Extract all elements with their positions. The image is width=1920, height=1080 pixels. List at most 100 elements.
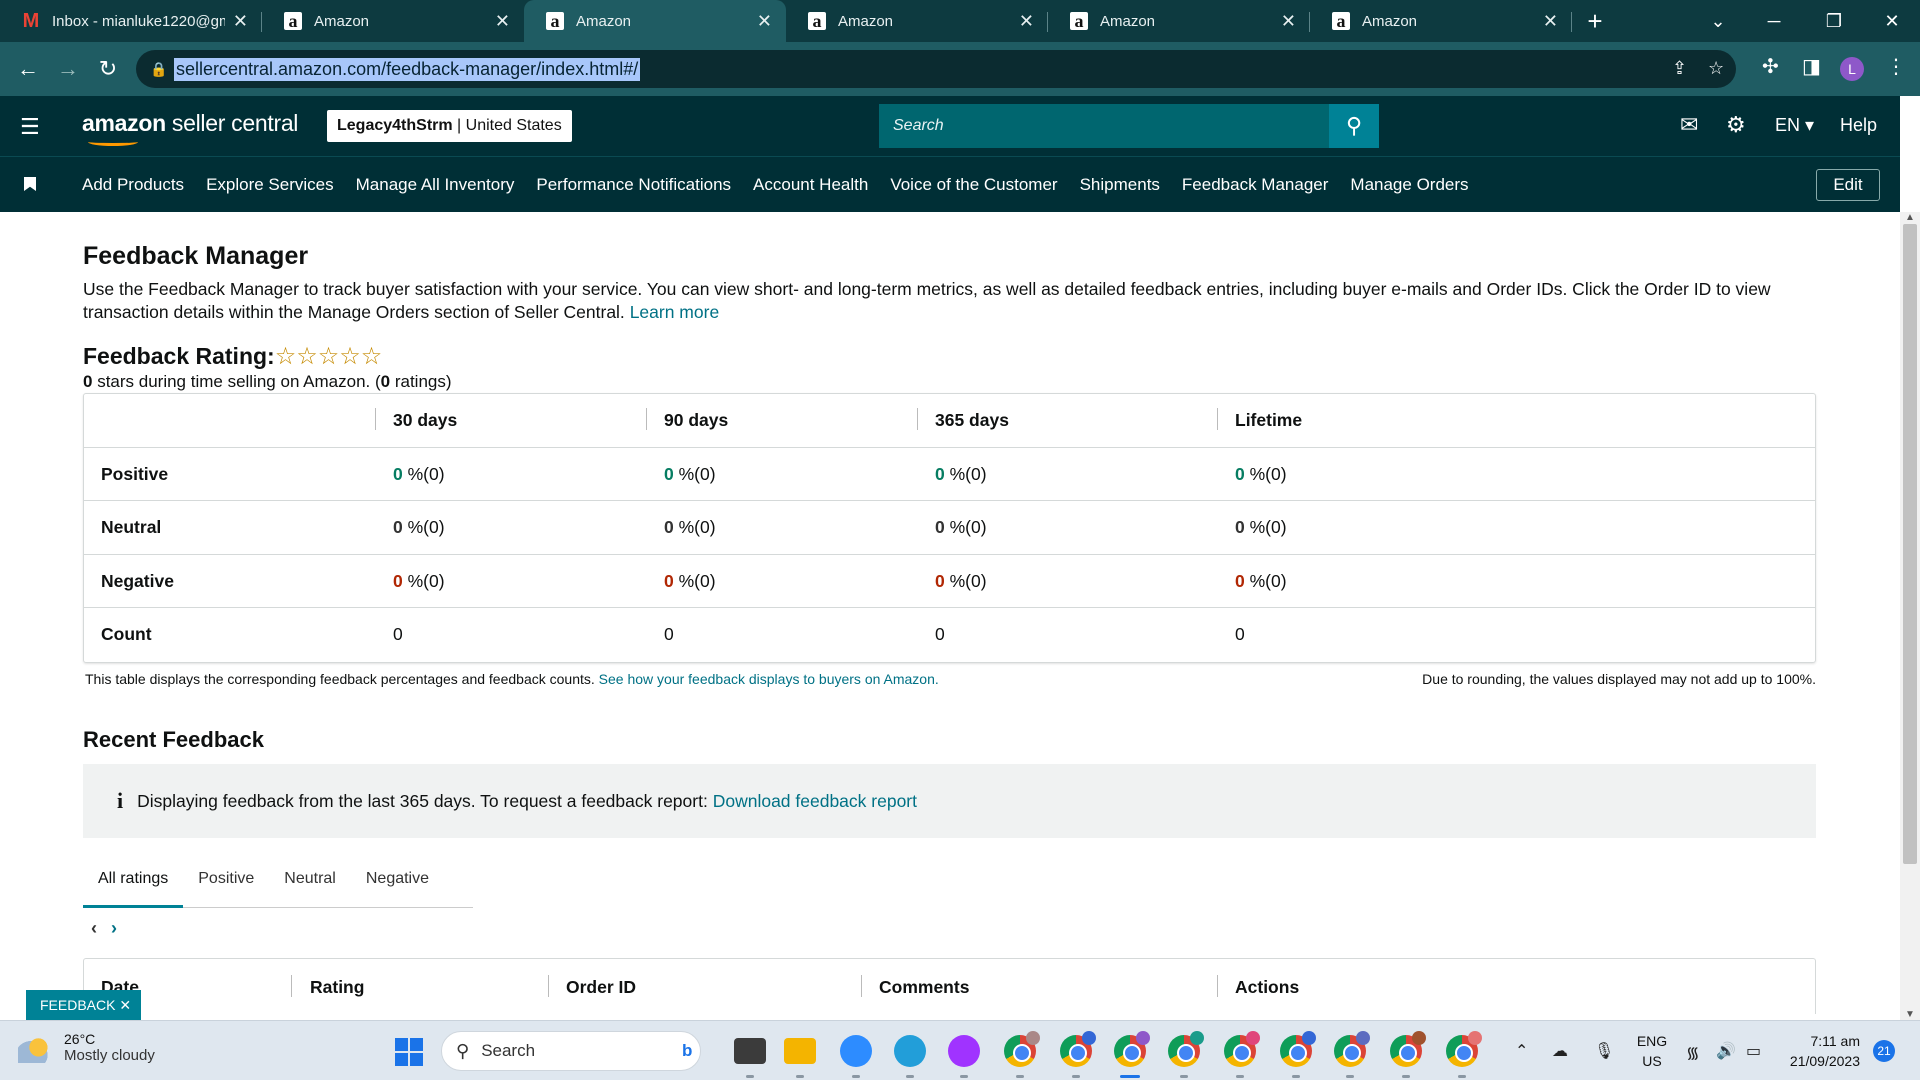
restore-button[interactable]: ❐ <box>1806 0 1862 42</box>
tab-search-icon[interactable]: ⌄ <box>1690 0 1746 42</box>
nav-item[interactable]: Feedback Manager <box>1182 175 1328 195</box>
close-tab-icon[interactable]: ✕ <box>1543 11 1558 32</box>
folder-icon[interactable] <box>784 1038 816 1064</box>
back-button[interactable]: ← <box>8 49 48 89</box>
windows-start-icon[interactable] <box>395 1038 423 1066</box>
search-button[interactable]: ⚲ <box>1329 104 1379 148</box>
learn-more-link[interactable]: Learn more <box>630 302 720 322</box>
chevron-right-icon[interactable]: › <box>111 918 117 938</box>
new-tab-button[interactable]: + <box>1572 0 1618 42</box>
chrome-icon[interactable] <box>1004 1031 1040 1067</box>
nav-item[interactable]: Explore Services <box>206 175 334 195</box>
close-window-button[interactable]: ✕ <box>1864 0 1920 42</box>
extensions-icon[interactable]: ✣ <box>1762 54 1779 79</box>
onedrive-icon[interactable]: ☁ <box>1552 1041 1568 1061</box>
nav-item[interactable]: Account Health <box>753 175 868 195</box>
table-cell: 0 %(0) <box>664 570 716 591</box>
zoom-icon[interactable] <box>840 1035 872 1067</box>
help-link[interactable]: Help <box>1840 115 1877 136</box>
list-column-header[interactable]: Comments <box>879 977 969 998</box>
chrome-icon[interactable] <box>1446 1031 1482 1067</box>
rating-tab[interactable]: All ratings <box>83 864 184 908</box>
reload-button[interactable]: ↻ <box>88 49 128 89</box>
bookmark-icon[interactable] <box>24 177 36 191</box>
browser-tab[interactable]: a Amazon ✕ <box>262 0 524 42</box>
share-icon[interactable]: ⇪ <box>1672 58 1687 79</box>
browser-tab[interactable]: a Amazon ✕ <box>1310 0 1572 42</box>
page-scrollbar[interactable]: ▲ ▼ <box>1900 212 1920 1020</box>
close-tab-icon[interactable]: ✕ <box>1281 11 1296 32</box>
mail-icon[interactable]: ✉ <box>1680 112 1698 138</box>
profile-avatar[interactable]: L <box>1840 57 1864 81</box>
chrome-icon[interactable] <box>1334 1031 1370 1067</box>
scrollbar-thumb[interactable] <box>1903 224 1917 864</box>
file-explorer-icon[interactable] <box>734 1038 766 1064</box>
nav-item[interactable]: Performance Notifications <box>536 175 731 195</box>
rating-tab[interactable]: Negative <box>351 864 444 908</box>
feedback-widget-button[interactable]: FEEDBACK ✕ <box>26 990 141 1020</box>
close-tab-icon[interactable]: ✕ <box>757 11 772 32</box>
nav-item[interactable]: Manage Orders <box>1350 175 1468 195</box>
volume-icon[interactable]: 🔊 <box>1716 1041 1736 1061</box>
settings-gear-icon[interactable]: ⚙ <box>1726 112 1746 138</box>
close-tab-icon[interactable]: ✕ <box>495 11 510 32</box>
list-column-header[interactable]: Rating <box>310 977 364 998</box>
weather-widget[interactable]: 26°C Mostly cloudy <box>18 1031 155 1064</box>
taskbar-search[interactable]: ⚲ Search b <box>441 1031 701 1071</box>
weather-temp: 26°C <box>64 1031 96 1047</box>
seller-central-logo[interactable]: amazon seller central <box>82 110 298 146</box>
hamburger-menu-icon[interactable]: ☰ <box>20 114 40 140</box>
chrome-icon[interactable] <box>1390 1031 1426 1067</box>
show-hidden-icons[interactable]: ⌃ <box>1515 1041 1528 1061</box>
close-tab-icon[interactable]: ✕ <box>233 11 248 32</box>
rating-stars-icon: ☆☆☆☆☆ <box>274 343 383 370</box>
list-column-header[interactable]: Actions <box>1235 977 1299 998</box>
browser-menu-icon[interactable]: ⋮ <box>1886 54 1906 79</box>
microphone-icon[interactable]: 🎙 <box>1594 1041 1614 1061</box>
nav-item[interactable]: Manage All Inventory <box>356 175 515 195</box>
battery-icon[interactable]: ▭ <box>1746 1041 1761 1061</box>
nav-item[interactable]: Shipments <box>1080 175 1160 195</box>
messenger-icon[interactable] <box>948 1035 980 1067</box>
nav-item[interactable]: Add Products <box>82 175 184 195</box>
nav-item[interactable]: Voice of the Customer <box>890 175 1057 195</box>
minimize-button[interactable]: ─ <box>1746 0 1802 42</box>
bookmark-star-icon[interactable]: ☆ <box>1708 58 1724 79</box>
row-label: Neutral <box>101 517 162 537</box>
clock[interactable]: 7:11 am 21/09/2023 <box>1780 1031 1860 1071</box>
language-indicator[interactable]: ENG US <box>1630 1031 1674 1071</box>
store-selector[interactable]: Legacy4thStrm | United States <box>327 110 572 142</box>
chrome-icon[interactable] <box>1224 1031 1260 1067</box>
close-tab-icon[interactable]: ✕ <box>1019 11 1034 32</box>
language-selector[interactable]: EN ▾ <box>1775 115 1814 136</box>
browser-tab[interactable]: a Amazon ✕ <box>1048 0 1310 42</box>
notification-badge[interactable]: 21 <box>1873 1040 1895 1062</box>
tab-title: Amazon <box>314 12 370 30</box>
telegram-icon[interactable] <box>894 1035 926 1067</box>
edit-nav-button[interactable]: Edit <box>1816 169 1880 201</box>
browser-tab[interactable]: M Inbox - mianluke1220@gm ✕ <box>0 0 262 42</box>
feedback-display-link[interactable]: See how your feedback displays to buyers… <box>599 671 939 687</box>
url-text[interactable]: sellercentral.amazon.com/feedback-manage… <box>174 57 641 81</box>
rating-tab[interactable]: Neutral <box>269 864 351 908</box>
side-panel-icon[interactable]: ◨ <box>1802 54 1821 79</box>
table-header-row: 30 days 90 days 365 days Lifetime <box>84 394 1815 448</box>
amazon-icon: a <box>1332 12 1350 30</box>
table-note: This table displays the corresponding fe… <box>85 671 939 687</box>
seller-search-input[interactable]: Search <box>879 104 1329 148</box>
feedback-rating-heading: Feedback Rating:☆☆☆☆☆ <box>83 343 383 370</box>
chevron-left-icon[interactable]: ‹ <box>91 918 97 938</box>
wifi-icon[interactable]: ᯾ <box>1686 1041 1700 1063</box>
rating-tab[interactable]: Positive <box>183 864 269 908</box>
chrome-icon[interactable] <box>1168 1031 1204 1067</box>
chrome-icon[interactable] <box>1060 1031 1096 1067</box>
list-column-header[interactable]: Order ID <box>566 977 636 998</box>
address-bar[interactable]: 🔒 sellercentral.amazon.com/feedback-mana… <box>136 50 1736 88</box>
download-report-link[interactable]: Download feedback report <box>713 791 917 812</box>
browser-tab[interactable]: a Amazon ✕ <box>786 0 1048 42</box>
lock-icon[interactable]: 🔒 <box>150 61 174 78</box>
chrome-icon[interactable] <box>1114 1031 1150 1067</box>
forward-button[interactable]: → <box>48 49 88 89</box>
chrome-icon[interactable] <box>1280 1031 1316 1067</box>
browser-tab[interactable]: a Amazon ✕ <box>524 0 786 42</box>
